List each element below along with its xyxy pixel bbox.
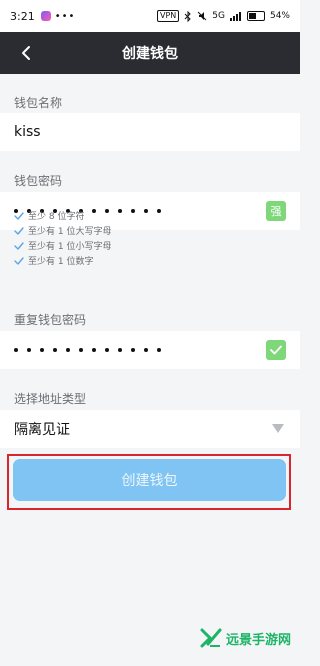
watermark: 远景手游网 [200,628,291,648]
mask-dot [157,348,161,352]
password-strength-badge: 强 [266,201,286,221]
password-rule: 至少 8 位字符 [14,208,111,223]
password-rule-text: 至少 8 位字符 [28,212,85,222]
password-rules-list: 至少 8 位字符至少有 1 位大写字母 至少有 1 位小写字母 至少有 1 位数字 [14,208,111,268]
wallet-password-label: 钱包密码 [14,174,63,188]
password-rule: 至少有 1 位大写字母 [14,223,111,238]
mask-dot [105,348,109,352]
battery-percent: 54% [269,11,290,21]
check-icon [14,211,24,220]
mask-dot [66,348,70,352]
chevron-left-icon [22,46,30,60]
address-type-select[interactable]: 隔离见证 [0,410,300,448]
mask-dot [144,348,148,352]
password-rule-text: 至少有 1 位大写字母 [28,227,112,237]
create-wallet-button[interactable]: 创建钱包 [13,459,286,501]
mask-dot [40,348,44,352]
address-type-label: 选择地址类型 [14,392,87,406]
signal-icon [229,11,241,21]
mask-dot [79,348,83,352]
check-icon [14,241,24,250]
mask-dot [157,209,161,213]
mask-dot [131,348,135,352]
mask-dot [144,209,148,213]
wallet-name-label: 钱包名称 [14,96,63,110]
status-time: 3:21 [10,9,35,23]
check-icon [14,226,24,235]
mute-icon [197,11,207,21]
mask-dot [92,348,96,352]
mask-dot [27,348,31,352]
mask-dot [131,209,135,213]
repeat-password-mask [14,348,161,352]
check-icon [270,345,282,355]
password-rule-text: 至少有 1 位小写字母 [28,242,112,252]
address-type-value: 隔离见证 [14,422,70,438]
app-header: 创建钱包 [0,32,300,74]
password-rule: 至少有 1 位数字 [14,253,111,268]
network-type: 5G [212,11,225,21]
password-rule-text: 至少有 1 位数字 [28,257,94,267]
password-rule: 至少有 1 位小写字母 [14,238,111,253]
wallet-name-value: kiss [14,124,41,140]
triangle-down-icon [272,424,284,433]
page-title: 创建钱包 [122,46,178,62]
status-bar: 3:21 ••• VPN 5G 54% [0,0,300,32]
more-notifications-icon: ••• [54,10,76,22]
mask-dot [14,348,18,352]
mask-dot [118,209,122,213]
back-button[interactable] [12,39,40,67]
repeat-password-label: 重复钱包密码 [14,313,87,327]
repeat-password-field[interactable] [0,331,300,369]
check-icon [14,256,24,265]
status-right-group: VPN 5G 54% [157,10,290,22]
app-notification-icon [40,11,51,21]
mask-dot [53,348,57,352]
battery-icon [246,11,265,21]
wallet-name-field[interactable]: kiss [0,113,300,151]
bluetooth-icon [184,10,191,22]
password-match-badge [266,340,286,360]
vpn-badge: VPN [157,10,180,22]
mask-dot [118,348,122,352]
watermark-logo-icon [200,628,222,648]
watermark-text: 远景手游网 [226,632,292,648]
